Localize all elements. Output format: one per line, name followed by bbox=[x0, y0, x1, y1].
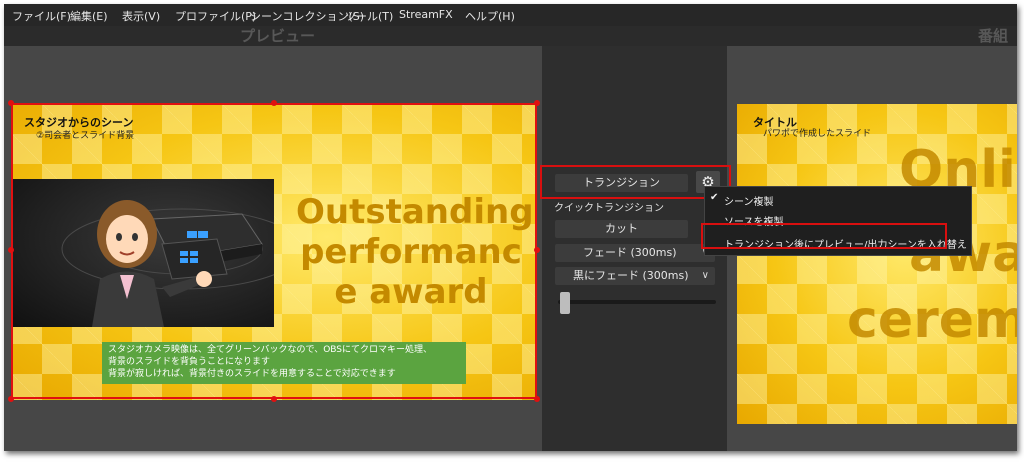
program-scene-subtitle: パワポで作成したスライド bbox=[763, 129, 872, 139]
preview-panel[interactable]: スタジオからのシーン ②司会者とスライド背景 Outstanding perfo… bbox=[4, 46, 542, 451]
swap-option-highlight-frame bbox=[701, 223, 947, 249]
cut-button[interactable]: カット bbox=[555, 220, 688, 238]
obs-window: ファイル(F) 編集(E) 表示(V) プロファイル(P) シーンコレクション(… bbox=[4, 4, 1017, 451]
transition-highlight-frame bbox=[540, 165, 731, 199]
source-selection-border[interactable] bbox=[11, 103, 537, 399]
resize-handle-bl[interactable] bbox=[8, 396, 14, 402]
menu-tools[interactable]: ツール(T) bbox=[345, 8, 393, 24]
preview-title: プレビュー bbox=[240, 27, 316, 45]
menu-bar: ファイル(F) 編集(E) 表示(V) プロファイル(P) シーンコレクション(… bbox=[4, 4, 1017, 26]
resize-handle-tr[interactable] bbox=[534, 100, 540, 106]
fade-dropdown[interactable]: フェード (300ms) ∨ bbox=[555, 244, 715, 262]
resize-handle-r[interactable] bbox=[534, 247, 540, 253]
quick-transition-label: クイックトランジション bbox=[554, 203, 664, 214]
resize-handle-t[interactable] bbox=[271, 100, 277, 106]
resize-handle-b[interactable] bbox=[271, 396, 277, 402]
menu-file[interactable]: ファイル(F) bbox=[12, 8, 71, 24]
t-bar-handle[interactable] bbox=[560, 292, 570, 314]
menu-streamfx[interactable]: StreamFX bbox=[399, 8, 453, 21]
resize-handle-l[interactable] bbox=[8, 247, 14, 253]
menu-help[interactable]: ヘルプ(H) bbox=[465, 8, 515, 24]
program-scene: タイトル パワポで作成したスライド Onli awa cerem bbox=[737, 104, 1017, 424]
program-title: 番組 bbox=[978, 27, 1009, 45]
fade-dropdown-label: フェード (300ms) bbox=[583, 246, 677, 259]
check-icon: ✔ bbox=[710, 192, 719, 203]
chevron-down-icon: ∨ bbox=[701, 270, 709, 281]
menu-item-duplicate-scene[interactable]: シーン複製 bbox=[724, 193, 774, 208]
fade-to-black-label: 黒にフェード (300ms) bbox=[573, 269, 689, 282]
program-big-line-3: cerem bbox=[847, 290, 1017, 350]
menu-view[interactable]: 表示(V) bbox=[122, 8, 160, 24]
resize-handle-br[interactable] bbox=[534, 396, 540, 402]
t-bar-track[interactable] bbox=[558, 300, 716, 304]
menu-profile[interactable]: プロファイル(P) bbox=[175, 8, 256, 24]
menu-edit[interactable]: 編集(E) bbox=[70, 8, 108, 24]
fade-to-black-dropdown[interactable]: 黒にフェード (300ms) ∨ bbox=[555, 267, 715, 285]
resize-handle-tl[interactable] bbox=[8, 100, 14, 106]
